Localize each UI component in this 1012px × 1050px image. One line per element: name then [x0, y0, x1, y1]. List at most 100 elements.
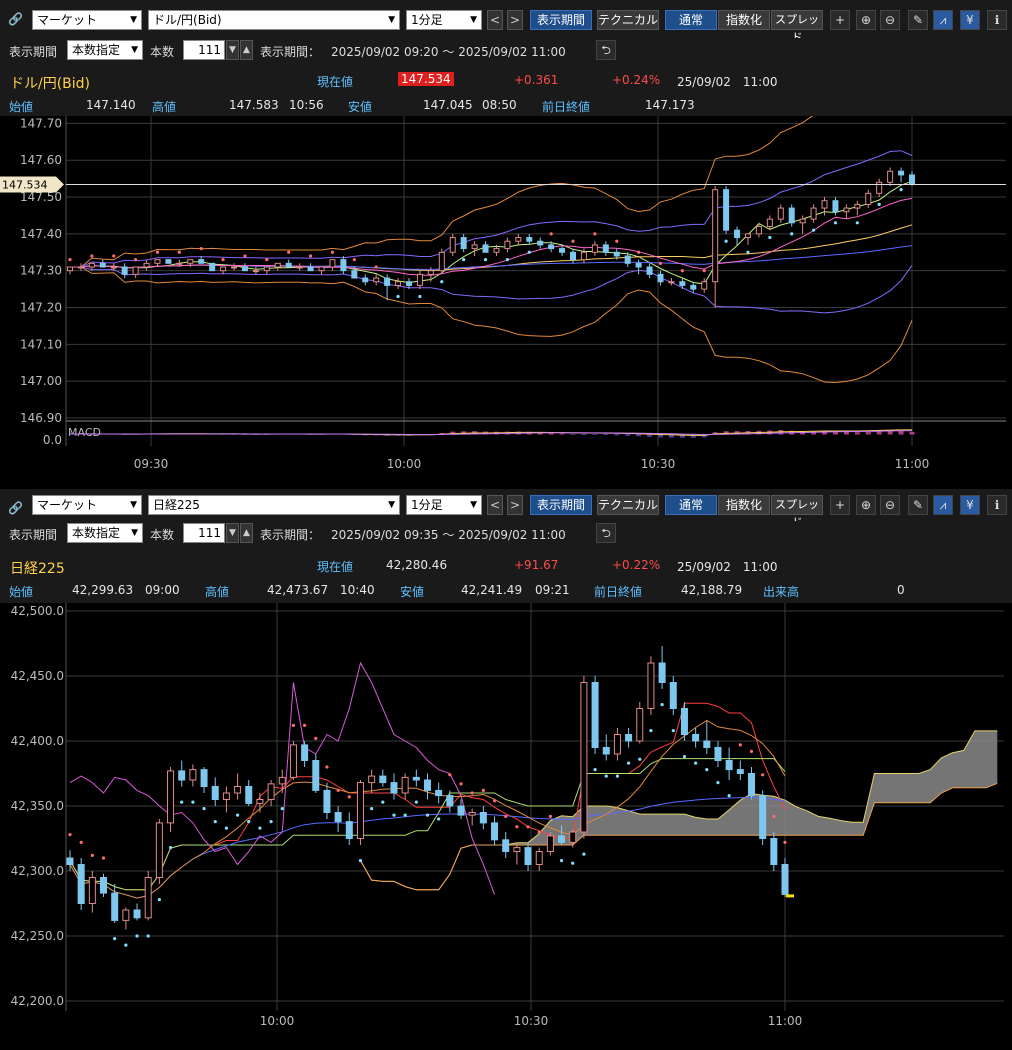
- next-button[interactable]: >: [507, 495, 523, 515]
- nikkei-panel: 🔗 マーケット ▼ 日経225 ▼ 1分足 ▼ < > 表示期間 テクニカル 通常 指…: [0, 489, 1012, 1050]
- y-tick-label: 147.00: [20, 374, 62, 388]
- sar-dot: [459, 782, 463, 786]
- reset-icon[interactable]: ⮌: [596, 523, 616, 543]
- candle-body: [122, 909, 130, 921]
- technical-button[interactable]: テクニカル: [597, 495, 659, 515]
- candle-body: [712, 189, 719, 283]
- sar-dot: [180, 800, 184, 804]
- index-button[interactable]: 指数化: [718, 495, 770, 515]
- normal-button[interactable]: 通常: [665, 495, 717, 515]
- low-label: 安値: [348, 100, 373, 114]
- open-label: 始値: [9, 585, 34, 599]
- trend-icon[interactable]: ⩘: [933, 10, 953, 30]
- count-up-button[interactable]: ▲: [240, 523, 253, 543]
- sar-dot: [481, 788, 485, 792]
- chevron-down-icon: ▼: [131, 528, 138, 538]
- count-down-button[interactable]: ▼: [226, 523, 239, 543]
- zoom-in-icon[interactable]: ⊕: [856, 10, 876, 30]
- spread-button[interactable]: スプレッド: [771, 10, 823, 44]
- sar-dot: [515, 825, 519, 829]
- candle-body: [144, 877, 152, 919]
- sar-dot: [504, 814, 508, 818]
- spread-button[interactable]: スプレッド: [771, 495, 823, 529]
- count-input[interactable]: 111: [183, 40, 225, 60]
- info-icon[interactable]: ℹ: [987, 495, 1007, 515]
- sar-dot: [191, 800, 195, 804]
- candle-body: [345, 821, 353, 840]
- next-button[interactable]: >: [507, 10, 523, 30]
- change-pct: +0.22%: [612, 558, 661, 572]
- mode-select[interactable]: 本数指定 ▼: [67, 40, 143, 60]
- count-input[interactable]: 111: [183, 523, 225, 543]
- period-button[interactable]: 表示期間: [530, 10, 592, 30]
- link-icon[interactable]: 🔗: [8, 10, 28, 30]
- quote-datetime: 25/09/02 11:00: [677, 75, 778, 89]
- x-tick-label: 10:30: [514, 1014, 549, 1028]
- zoom-out-icon[interactable]: ⊖: [880, 10, 900, 30]
- period-button[interactable]: 表示期間: [530, 495, 592, 515]
- chevron-down-icon: ▼: [388, 500, 395, 510]
- candle-body: [77, 864, 85, 904]
- link-icon[interactable]: 🔗: [8, 499, 28, 519]
- candle-body: [781, 864, 789, 895]
- mode-select[interactable]: 本数指定 ▼: [67, 523, 143, 543]
- zoom-out-icon[interactable]: ⊖: [880, 495, 900, 515]
- sar-dot: [155, 250, 160, 254]
- zoom-in-icon[interactable]: ⊕: [856, 495, 876, 515]
- low-time: 08:50: [482, 98, 517, 112]
- normal-button[interactable]: 通常: [665, 10, 717, 30]
- nikkei-chart[interactable]: 42,500.0 42,450.0 42,400.0 42,350.0 42,300.0…: [0, 603, 1012, 1050]
- sar-dot: [680, 269, 684, 273]
- sar-dot: [403, 813, 407, 817]
- prev-button[interactable]: <: [487, 495, 503, 515]
- reset-icon[interactable]: ⮌: [596, 40, 616, 60]
- pencil-icon[interactable]: ✎: [908, 495, 928, 515]
- candle-body: [788, 207, 795, 224]
- candle-body: [504, 240, 511, 250]
- high-time: 10:56: [289, 98, 324, 112]
- chevron-down-icon: ▼: [130, 500, 137, 510]
- sar-dot: [392, 813, 396, 817]
- period-label: 表示期間: [9, 528, 58, 542]
- interval-select[interactable]: 1分足 ▼: [406, 495, 482, 515]
- high-label: 高値: [205, 585, 230, 599]
- candle-body: [220, 266, 227, 272]
- pencil-icon[interactable]: ✎: [908, 10, 928, 30]
- candle-body: [734, 229, 741, 239]
- prev-button[interactable]: <: [487, 10, 503, 30]
- candle-body: [625, 734, 633, 742]
- candle-body: [88, 877, 96, 904]
- count-down-button[interactable]: ▼: [226, 40, 239, 60]
- plus-icon[interactable]: +: [830, 495, 850, 515]
- candle-body: [209, 262, 216, 272]
- market-select[interactable]: マーケット ▼: [32, 495, 142, 515]
- yen-icon[interactable]: ¥: [960, 495, 980, 515]
- candle-body: [546, 835, 554, 852]
- info-icon[interactable]: ℹ: [987, 10, 1007, 30]
- count-up-button[interactable]: ▲: [240, 40, 253, 60]
- sar-dot: [221, 258, 225, 262]
- symbol-select[interactable]: 日経225 ▼: [148, 495, 400, 515]
- market-select[interactable]: マーケット ▼: [32, 10, 142, 30]
- candle-body: [401, 776, 409, 794]
- sar-dot: [527, 250, 531, 254]
- candle-body: [100, 877, 108, 894]
- technical-button[interactable]: テクニカル: [597, 10, 659, 30]
- symbol-select[interactable]: ドル/円(Bid) ▼: [148, 10, 400, 30]
- usdjpy-chart[interactable]: 147.70147.60147.50147.40147.30147.20147.…: [0, 116, 1012, 487]
- trend-icon[interactable]: ⩘: [933, 495, 953, 515]
- sar-dot: [671, 729, 675, 733]
- change-value: +91.67: [514, 558, 559, 572]
- chevron-down-icon: ▼: [130, 15, 137, 25]
- index-button[interactable]: 指数化: [718, 10, 770, 30]
- range-label: 表示期間：: [260, 528, 321, 542]
- interval-select[interactable]: 1分足 ▼: [406, 10, 482, 30]
- sar-dot: [877, 202, 881, 206]
- plus-icon[interactable]: +: [830, 10, 850, 30]
- sar-dot: [287, 250, 291, 254]
- candle-body: [569, 831, 577, 843]
- market-select-value: マーケット: [37, 498, 98, 512]
- macd-bar: [581, 434, 587, 436]
- yen-icon[interactable]: ¥: [960, 10, 980, 30]
- current-value: 147.534: [398, 72, 454, 86]
